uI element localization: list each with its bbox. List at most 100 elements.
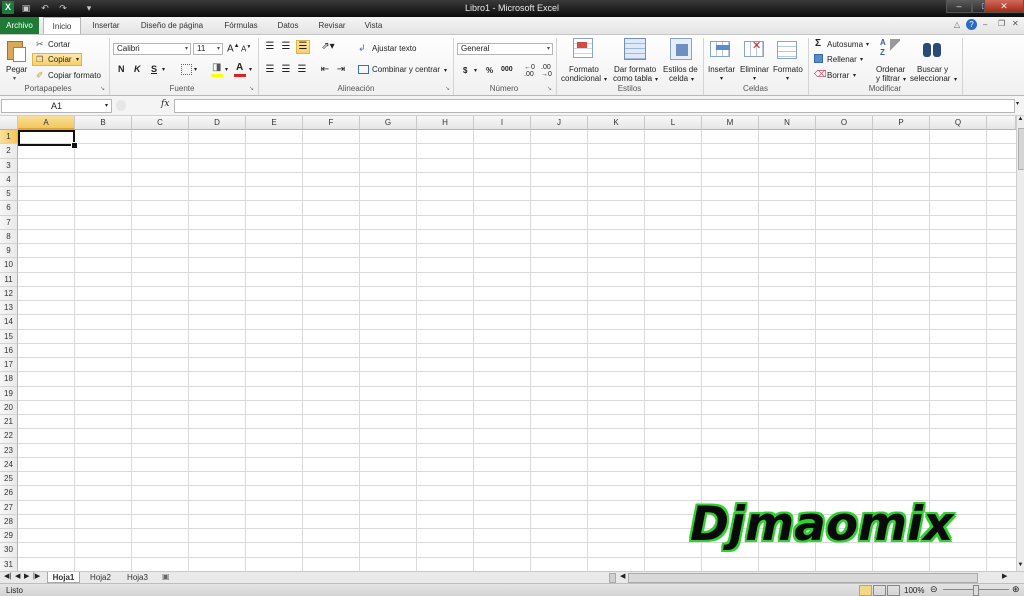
cell-styles-label-1[interactable]: Estilos de xyxy=(663,65,698,74)
column-header-q[interactable]: Q xyxy=(930,116,987,130)
next-sheet-icon[interactable]: ▶ xyxy=(24,572,29,580)
column-header-e[interactable]: E xyxy=(246,116,303,130)
column-header-d[interactable]: D xyxy=(189,116,246,130)
scroll-left-icon[interactable]: ◀ xyxy=(620,572,625,580)
conditional-format-label-2[interactable]: condicional xyxy=(561,74,601,83)
vertical-scrollbar[interactable]: ▲ ▼ xyxy=(1016,116,1024,571)
borders-dropdown-icon[interactable]: ▾ xyxy=(194,66,197,73)
scroll-up-icon[interactable]: ▲ xyxy=(1017,116,1024,124)
autosum-icon[interactable]: Σ xyxy=(815,38,821,49)
row-header-17[interactable]: 17 xyxy=(0,358,18,373)
sort-filter-label-1[interactable]: Ordenar xyxy=(876,65,905,74)
align-center-icon[interactable]: ☰ xyxy=(280,64,292,76)
scroll-right-icon[interactable]: ▶ xyxy=(1002,572,1007,580)
active-cell-a1[interactable] xyxy=(18,130,75,146)
column-header-o[interactable]: O xyxy=(816,116,873,130)
find-select-label-2[interactable]: seleccionar xyxy=(910,74,950,83)
shrink-font-icon[interactable]: A▼ xyxy=(241,44,251,54)
delete-cells-button[interactable]: Eliminar xyxy=(740,65,769,74)
sort-filter-icon[interactable]: A Z xyxy=(880,38,902,62)
merge-dropdown-icon[interactable]: ▾ xyxy=(444,67,447,74)
workbook-minimize-button[interactable]: – xyxy=(983,20,987,29)
select-all-corner[interactable] xyxy=(0,116,18,130)
column-header-l[interactable]: L xyxy=(645,116,702,130)
workbook-restore-button[interactable]: ❐ xyxy=(998,19,1005,28)
paste-icon[interactable] xyxy=(5,38,27,62)
cell-styles-dropdown-icon[interactable]: ▾ xyxy=(691,76,694,83)
row-header-15[interactable]: 15 xyxy=(0,329,18,344)
find-select-icon[interactable] xyxy=(922,39,944,61)
paste-button[interactable]: Pegar xyxy=(6,65,27,74)
row-header-31[interactable]: 31 xyxy=(0,557,18,571)
fill-dropdown-icon[interactable]: ▾ xyxy=(860,56,863,63)
zoom-level[interactable]: 100% xyxy=(904,586,924,595)
increase-indent-icon[interactable]: ⇥ xyxy=(335,64,347,76)
delete-cells-dropdown-icon[interactable]: ▾ xyxy=(753,75,756,82)
cut-button[interactable]: Cortar xyxy=(48,40,70,49)
sheet-tab-hoja2[interactable]: Hoja2 xyxy=(84,572,117,583)
sort-filter-label-2[interactable]: y filtrar xyxy=(876,74,900,83)
percent-button[interactable]: % xyxy=(486,66,493,75)
last-sheet-icon[interactable]: |▶ xyxy=(33,572,40,580)
eraser-icon[interactable]: ⌫ xyxy=(814,69,827,80)
format-cells-button[interactable]: Formato xyxy=(773,65,803,74)
alignment-launcher-icon[interactable]: ↘ xyxy=(445,86,452,93)
borders-icon[interactable] xyxy=(181,64,192,75)
font-color-dropdown-icon[interactable]: ▾ xyxy=(249,66,252,73)
column-header-h[interactable]: H xyxy=(417,116,474,130)
first-sheet-icon[interactable]: ◀| xyxy=(4,572,11,580)
conditional-format-icon[interactable] xyxy=(573,38,595,60)
increase-decimal-icon[interactable]: ←0.00 xyxy=(524,64,535,78)
find-select-dropdown-icon[interactable]: ▾ xyxy=(954,76,957,83)
fill-button[interactable]: Rellenar xyxy=(827,55,857,64)
column-header-p[interactable]: P xyxy=(873,116,930,130)
row-header-22[interactable]: 22 xyxy=(0,429,18,444)
cut-icon[interactable]: ✂ xyxy=(36,39,44,50)
row-header-1[interactable]: 1 xyxy=(0,130,18,145)
cell-styles-label-2[interactable]: celda xyxy=(669,74,688,83)
row-header-21[interactable]: 21 xyxy=(0,415,18,430)
currency-dropdown-icon[interactable]: ▾ xyxy=(474,67,477,74)
format-as-table-icon[interactable] xyxy=(624,38,646,60)
tab-insertar[interactable]: Insertar xyxy=(85,17,127,34)
page-layout-view-icon[interactable] xyxy=(873,585,886,596)
tab-archivo[interactable]: Archivo xyxy=(0,17,39,34)
fill-color-dropdown-icon[interactable]: ▾ xyxy=(225,66,228,73)
find-select-label-1[interactable]: Buscar y xyxy=(917,65,948,74)
insert-cells-button[interactable]: Insertar xyxy=(708,65,735,74)
wrap-text-icon[interactable]: ↲ xyxy=(358,43,366,54)
column-header-f[interactable]: F xyxy=(303,116,360,130)
conditional-format-dropdown-icon[interactable]: ▾ xyxy=(604,76,607,83)
column-header-a[interactable]: A xyxy=(18,116,75,130)
merge-center-button[interactable]: Combinar y centrar xyxy=(372,65,440,74)
formula-input[interactable] xyxy=(174,99,1015,113)
tab-revisar[interactable]: Revisar xyxy=(311,17,353,34)
tab-datos[interactable]: Datos xyxy=(270,17,306,34)
align-middle-icon[interactable]: ☰ xyxy=(280,41,292,53)
column-header-b[interactable]: B xyxy=(75,116,132,130)
decrease-decimal-icon[interactable]: .00 →0 xyxy=(541,64,552,78)
fill-handle[interactable] xyxy=(71,142,78,149)
insert-cells-dropdown-icon[interactable]: ▾ xyxy=(720,75,723,82)
bold-button[interactable]: N xyxy=(118,64,125,74)
zoom-in-icon[interactable]: ⊕ xyxy=(1012,584,1020,595)
row-header-20[interactable]: 20 xyxy=(0,400,18,416)
format-cells-icon[interactable] xyxy=(777,39,799,59)
column-header-c[interactable]: C xyxy=(132,116,189,130)
row-header-5[interactable]: 5 xyxy=(0,187,18,202)
tab-formulas[interactable]: Fórmulas xyxy=(218,17,264,34)
column-header-i[interactable]: I xyxy=(474,116,531,130)
workbook-close-button[interactable]: ✕ xyxy=(1012,19,1019,28)
copy-button[interactable]: ❐ Copiar ▾ xyxy=(32,53,82,66)
row-header-28[interactable]: 28 xyxy=(0,514,18,530)
name-box-dropdown-icon[interactable]: ▾ xyxy=(105,100,108,112)
row-header-30[interactable]: 30 xyxy=(0,543,18,558)
column-header-g[interactable]: G xyxy=(360,116,417,130)
fill-icon[interactable] xyxy=(814,54,823,63)
row-header-16[interactable]: 16 xyxy=(0,343,18,359)
format-painter-icon[interactable]: ✐ xyxy=(36,70,44,81)
sheet-tab-hoja3[interactable]: Hoja3 xyxy=(121,572,154,583)
row-header-24[interactable]: 24 xyxy=(0,457,18,473)
tab-split-handle[interactable] xyxy=(609,573,616,583)
column-header-j[interactable]: J xyxy=(531,116,588,130)
